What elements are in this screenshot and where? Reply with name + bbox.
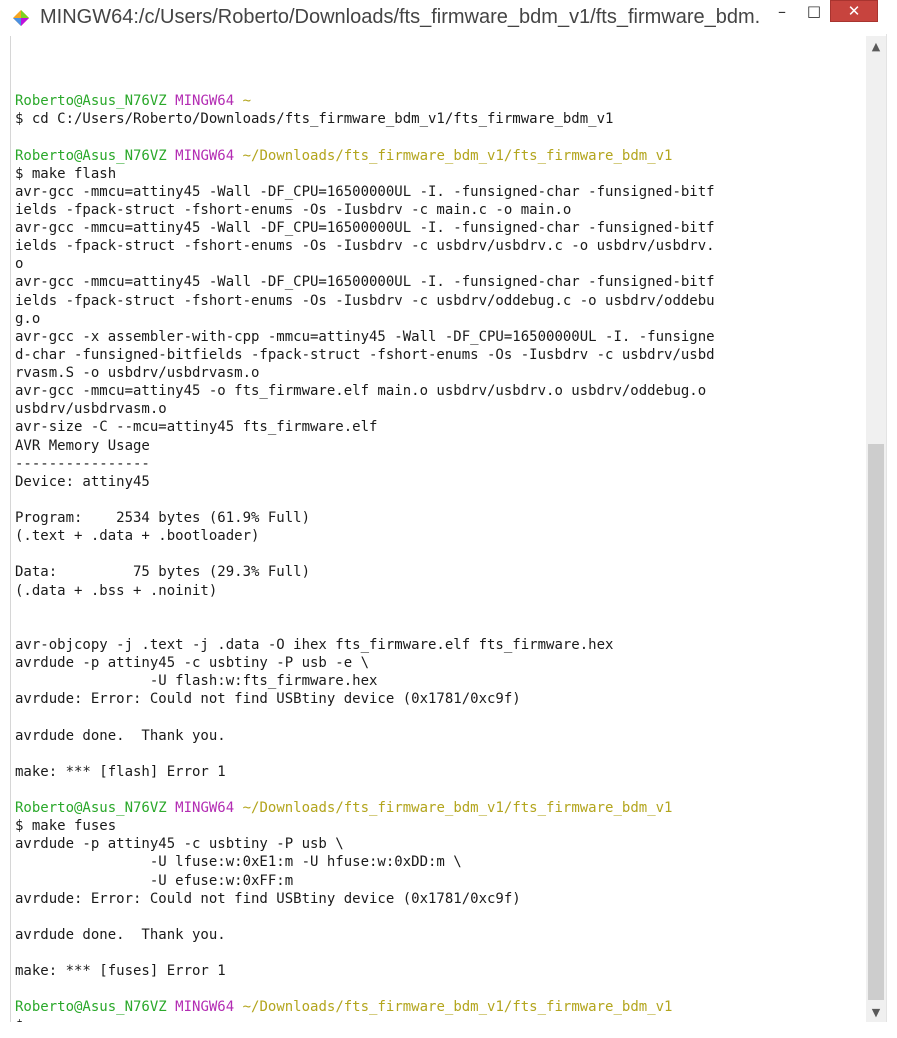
- output-line: Device: attiny45: [15, 473, 150, 490]
- output-line: avr-gcc -x assembler-with-cpp -mmcu=atti…: [15, 328, 715, 345]
- output-line: -U flash:w:fts_firmware.hex: [15, 673, 378, 690]
- prompt-user: Roberto@Asus_N76VZ: [15, 800, 167, 816]
- prompt-line: Roberto@Asus_N76VZ MINGW64 ~: [15, 92, 867, 110]
- output-line: $ cd C:/Users/Roberto/Downloads/fts_firm…: [15, 111, 614, 128]
- output-line: ields -fpack-struct -fshort-enums -Os -I…: [15, 238, 715, 255]
- vertical-scrollbar[interactable]: ▲ ▼: [866, 36, 886, 1022]
- output-line: ields -fpack-struct -fshort-enums -Os -I…: [15, 201, 572, 218]
- output-line: $ make fuses: [15, 818, 117, 835]
- minimize-icon: –: [778, 1, 786, 21]
- output-line: avr-objcopy -j .text -j .data -O ihex ft…: [15, 636, 614, 653]
- output-line: avrdude: Error: Could not find USBtiny d…: [15, 890, 521, 907]
- output-line: avrdude done. Thank you.: [15, 926, 226, 943]
- scroll-up-button[interactable]: ▲: [866, 36, 886, 56]
- output-line: -U efuse:w:0xFF:m: [15, 872, 294, 889]
- close-icon: ✕: [847, 2, 861, 20]
- prompt-line: Roberto@Asus_N76VZ MINGW64 ~/Downloads/f…: [15, 147, 867, 165]
- output-line: usbdrv/usbdrvasm.o: [15, 401, 167, 418]
- output-line: g.o: [15, 310, 41, 327]
- output-line: avr-gcc -mmcu=attiny45 -Wall -DF_CPU=165…: [15, 183, 715, 200]
- maximize-button[interactable]: □: [800, 0, 828, 22]
- close-button[interactable]: ✕: [830, 0, 878, 22]
- prompt-system: MINGW64: [175, 800, 235, 816]
- title-bar[interactable]: MINGW64:/c/Users/Roberto/Downloads/fts_f…: [0, 0, 897, 34]
- window-frame-right: [886, 34, 897, 1038]
- window-frame-bottom: [0, 1022, 897, 1038]
- output-line: avr-gcc -mmcu=attiny45 -Wall -DF_CPU=165…: [15, 274, 715, 291]
- output-line: ields -fpack-struct -fshort-enums -Os -I…: [15, 292, 715, 309]
- output-line: avrdude -p attiny45 -c usbtiny -P usb -e…: [15, 655, 370, 671]
- output-line: (.data + .bss + .noinit): [15, 582, 218, 599]
- output-line: avrdude done. Thank you.: [15, 727, 226, 744]
- window-title: MINGW64:/c/Users/Roberto/Downloads/fts_f…: [40, 6, 760, 28]
- output-line: Data: 75 bytes (29.3% Full): [15, 564, 311, 581]
- output-line: avr-gcc -mmcu=attiny45 -Wall -DF_CPU=165…: [15, 220, 715, 236]
- chevron-down-icon: ▼: [871, 1005, 881, 1019]
- output-line: AVR Memory Usage: [15, 437, 150, 454]
- output-line: avrdude: Error: Could not find USBtiny d…: [15, 691, 521, 708]
- scroll-down-button[interactable]: ▼: [866, 1002, 886, 1022]
- output-line: avr-gcc -mmcu=attiny45 -o fts_firmware.e…: [15, 383, 707, 400]
- prompt-system: MINGW64: [175, 999, 235, 1016]
- output-line: avrdude -p attiny45 -c usbtiny -P usb \: [15, 836, 344, 853]
- minimize-button[interactable]: –: [768, 0, 796, 22]
- output-line: -U lfuse:w:0xE1:m -U hfuse:w:0xDD:m \: [15, 854, 462, 871]
- prompt-path: ~: [242, 93, 252, 110]
- prompt-path: ~/Downloads/fts_firmware_bdm_v1/fts_firm…: [242, 800, 673, 816]
- output-line: Program: 2534 bytes (61.9% Full): [15, 510, 311, 526]
- output-line: d-char -funsigned-bitfields -fpack-struc…: [15, 346, 715, 363]
- output-line: avr-size -C --mcu=attiny45 fts_firmware.…: [15, 419, 378, 436]
- maximize-icon: □: [806, 2, 822, 20]
- output-line: rvasm.S -o usbdrv/usbdrvasm.o: [15, 365, 260, 381]
- terminal-lines: Roberto@Asus_N76VZ MINGW64 ~ $ cd C:/User…: [15, 74, 867, 1022]
- chevron-up-icon: ▲: [871, 39, 881, 53]
- prompt-line: Roberto@Asus_N76VZ MINGW64 ~/Downloads/f…: [15, 998, 867, 1016]
- mintty-diamond-icon: [13, 10, 29, 26]
- output-line: $ make flash: [15, 165, 117, 182]
- prompt-line: Roberto@Asus_N76VZ MINGW64 ~/Downloads/f…: [15, 799, 867, 817]
- output-line: (.text + .data + .bootloader): [15, 528, 260, 545]
- prompt-path: ~/Downloads/fts_firmware_bdm_v1/fts_firm…: [242, 999, 673, 1016]
- terminal-window: MINGW64:/c/Users/Roberto/Downloads/fts_f…: [0, 0, 897, 1038]
- prompt-user: Roberto@Asus_N76VZ: [15, 147, 167, 164]
- output-line: make: *** [flash] Error 1: [15, 763, 226, 780]
- prompt-user: Roberto@Asus_N76VZ: [15, 93, 167, 110]
- terminal-output[interactable]: Roberto@Asus_N76VZ MINGW64 ~ $ cd C:/User…: [10, 36, 867, 1022]
- output-line: ----------------: [15, 455, 150, 472]
- prompt-system: MINGW64: [175, 147, 235, 164]
- prompt-path: ~/Downloads/fts_firmware_bdm_v1/fts_firm…: [242, 147, 673, 164]
- prompt-user: Roberto@Asus_N76VZ: [15, 999, 167, 1016]
- scroll-thumb[interactable]: [868, 444, 884, 1000]
- output-line: o: [15, 256, 24, 273]
- output-line: make: *** [fuses] Error 1: [15, 963, 226, 980]
- prompt-system: MINGW64: [175, 93, 235, 110]
